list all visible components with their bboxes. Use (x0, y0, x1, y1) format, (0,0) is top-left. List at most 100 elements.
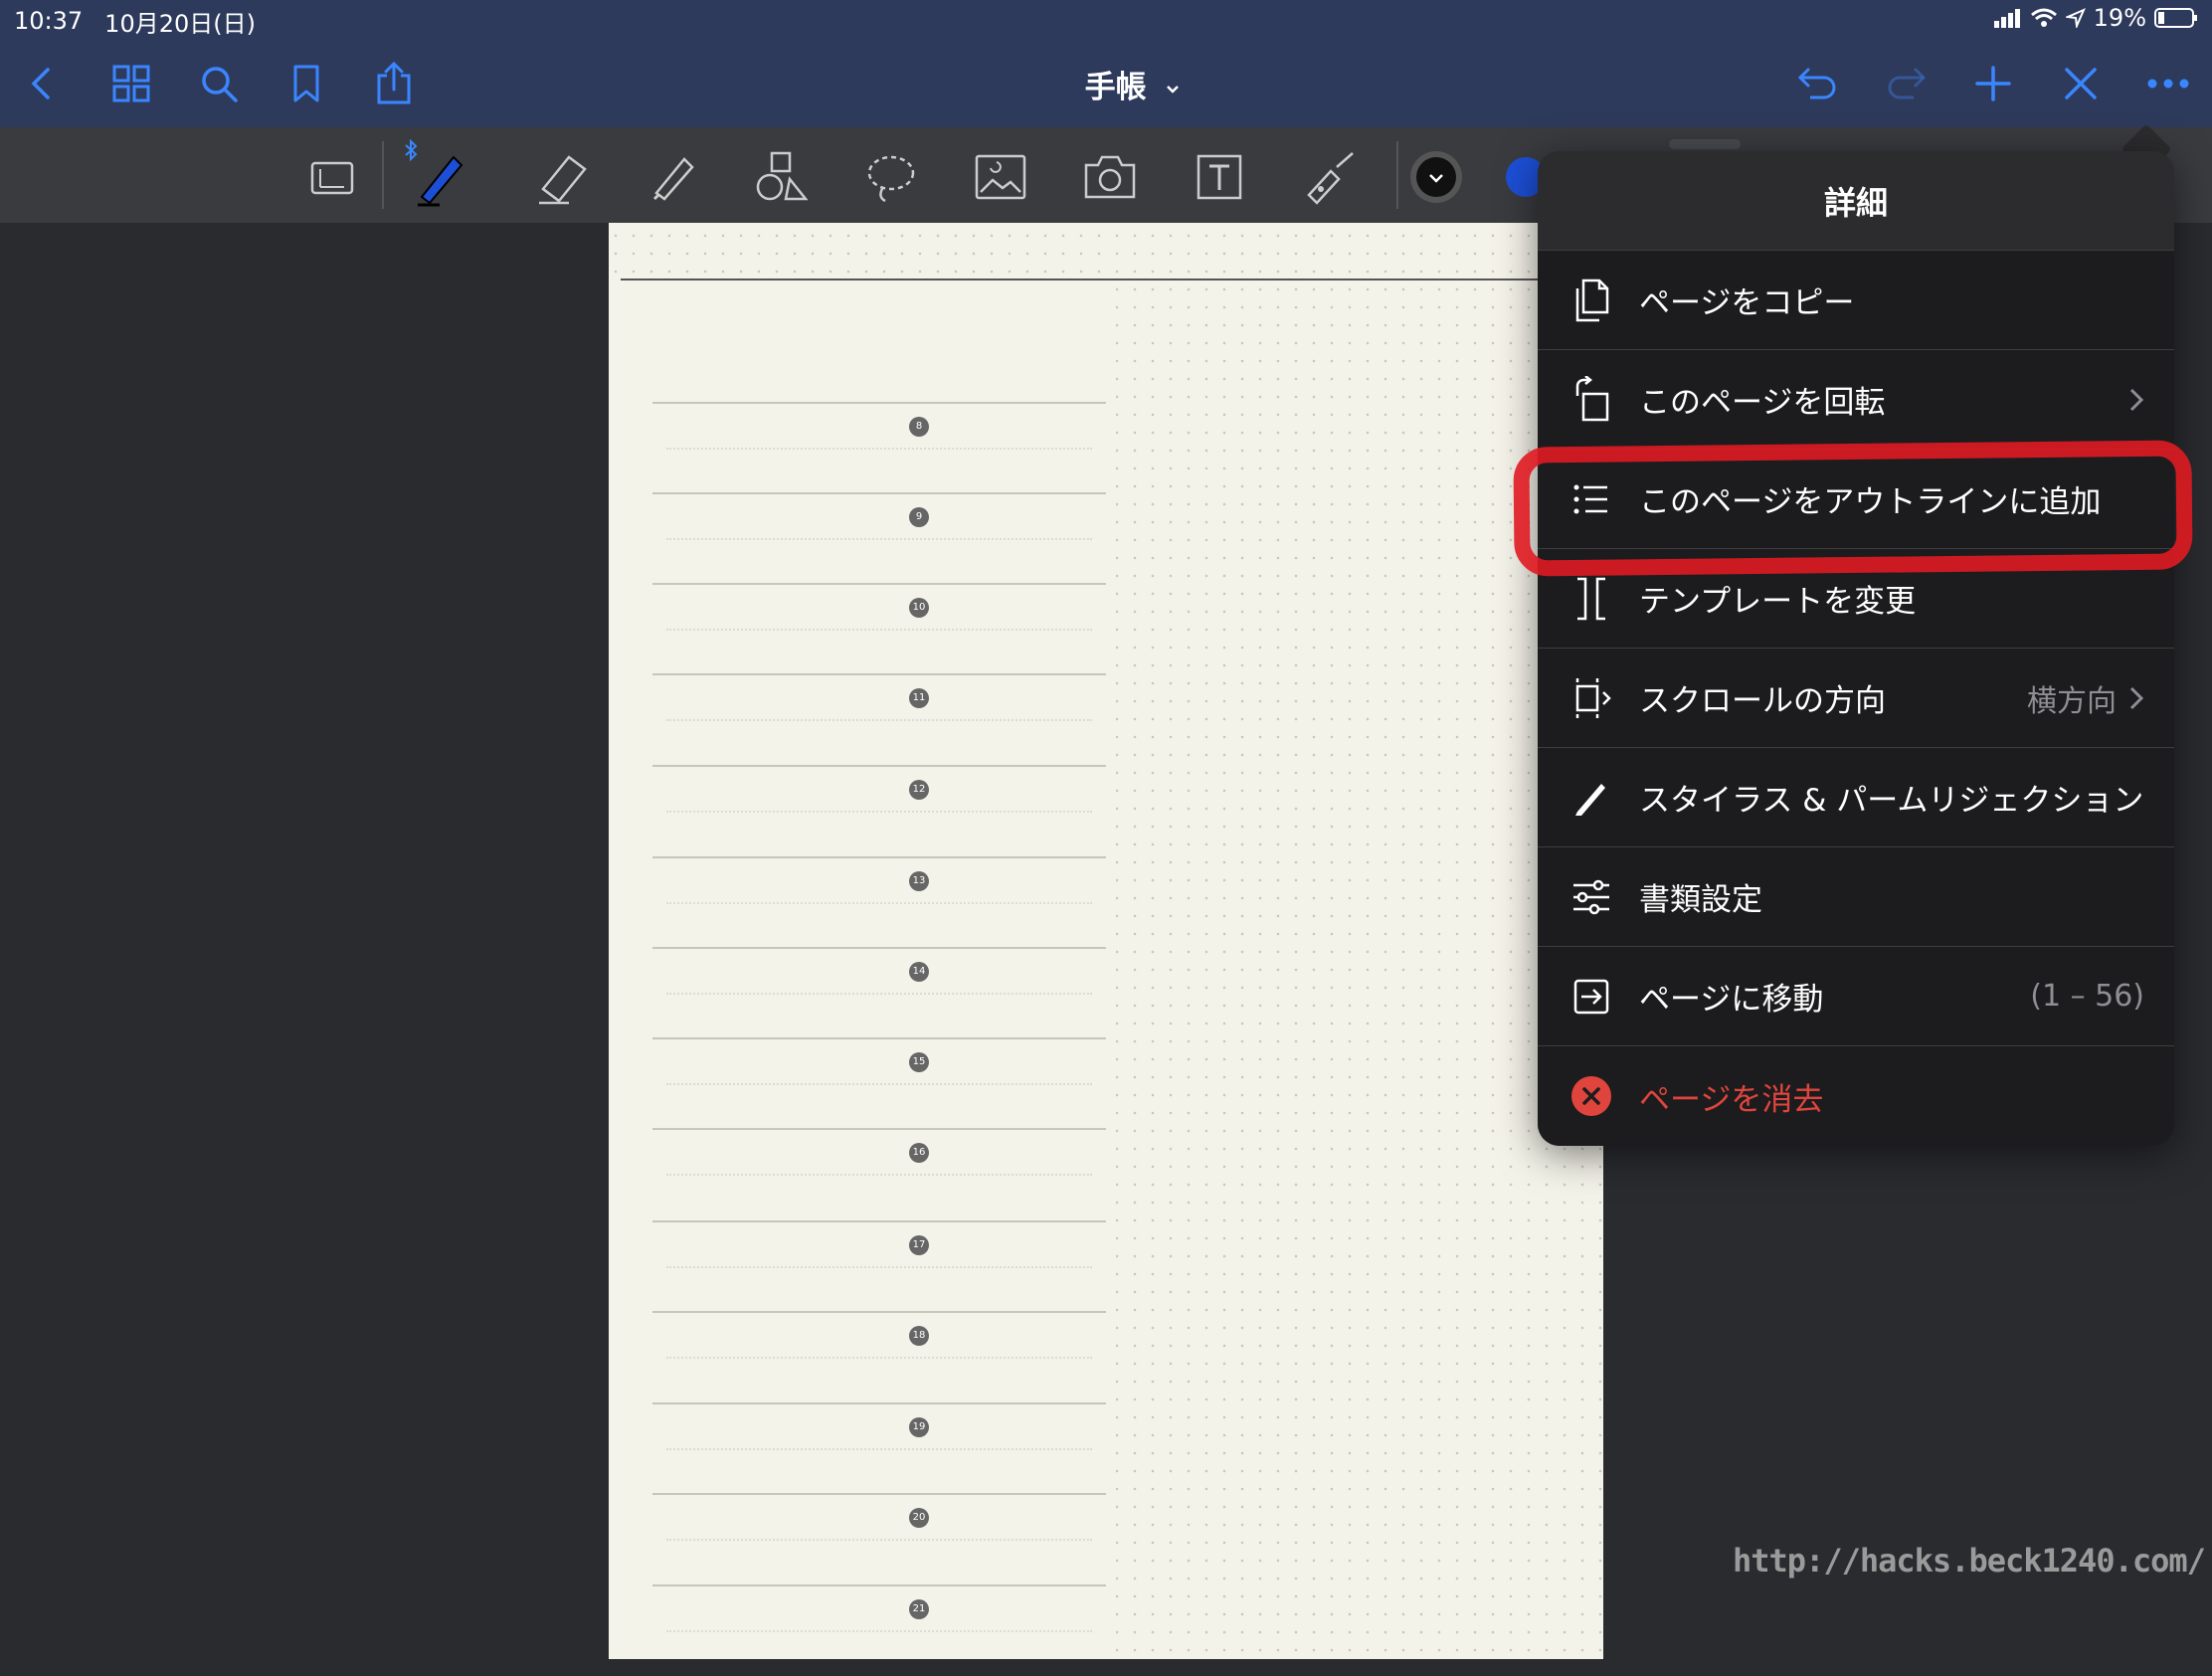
hour-label: 16 (909, 1143, 929, 1163)
laser-pointer-icon (1307, 152, 1354, 205)
menu-item-stylus-palm-rejection[interactable]: スタイラス & パームリジェクション (1538, 748, 2174, 847)
menu-item-go-to-page[interactable]: ページに移動 (1 – 56) (1538, 947, 2174, 1046)
read-only-mode-button[interactable] (298, 143, 366, 211)
scroll-direction-icon (1566, 672, 1617, 724)
laser-pointer-tool-button[interactable] (1295, 143, 1363, 211)
status-right: 19% (1993, 4, 2198, 32)
chevron-right-icon (2129, 686, 2144, 709)
text-tool-button[interactable] (1186, 143, 1253, 211)
hour-row: 21 (639, 1584, 1106, 1676)
navigation-bar: 手帳 (0, 42, 2212, 127)
details-popover: 詳細 ページをコピー このページを回転 このページをアウトラインに追加 テンプレ… (1538, 151, 2174, 1146)
menu-item-label: スタイラス & パームリジェクション (1639, 783, 2144, 819)
hour-label: 21 (909, 1599, 929, 1619)
sliders-icon (1566, 871, 1617, 923)
battery-percent: 19% (2093, 4, 2146, 32)
bluetooth-icon (405, 139, 418, 161)
highlighter-tool-button[interactable] (639, 143, 706, 211)
wifi-icon (2030, 8, 2057, 27)
pencil-icon (1566, 772, 1617, 824)
back-button[interactable] (14, 56, 70, 111)
undo-button[interactable] (1790, 56, 1846, 111)
share-button[interactable] (366, 56, 422, 111)
menu-item-accessory (2128, 387, 2144, 413)
bookmark-button[interactable] (278, 56, 334, 111)
document-title-button[interactable]: 手帳 (1044, 62, 1223, 106)
pen-tool-button[interactable] (405, 139, 473, 211)
chevron-right-icon (2129, 388, 2144, 411)
toolbar-divider-2 (1396, 141, 1398, 209)
hour-label: 10 (909, 598, 929, 618)
hour-label: 14 (909, 962, 929, 982)
copy-icon (1566, 275, 1617, 326)
more-icon (2147, 79, 2189, 89)
color-black-button[interactable] (1402, 143, 1470, 211)
chevron-left-icon (31, 68, 50, 99)
close-toolbar-button[interactable] (2053, 56, 2109, 111)
hour-row: 20 (639, 1493, 1106, 1584)
hour-label: 15 (909, 1052, 929, 1072)
status-bar: 10:37 10月20日(日) 19% (0, 0, 2212, 42)
hour-row: 8 (639, 402, 1106, 493)
scroll-direction-value: 横方向 (2027, 683, 2117, 719)
image-tool-button[interactable] (967, 143, 1034, 211)
redo-icon (1888, 68, 1927, 99)
eraser-tool-button[interactable] (529, 143, 597, 211)
popover-title: 詳細 (1538, 151, 2174, 251)
undo-icon (1797, 68, 1836, 99)
menu-item-label: テンプレートを変更 (1639, 584, 1917, 620)
hour-label: 20 (909, 1508, 929, 1528)
share-icon (377, 62, 411, 104)
hour-label: 17 (909, 1235, 929, 1255)
hour-row: 11 (639, 673, 1106, 765)
pen-close-icon (2065, 68, 2097, 99)
bookmark-icon (293, 65, 319, 102)
watermark: http://hacks.beck1240.com/ (1733, 1542, 2206, 1580)
hour-row: 10 (639, 583, 1106, 674)
template-icon (1566, 573, 1617, 625)
more-button[interactable] (2140, 56, 2196, 111)
hour-row: 13 (639, 856, 1106, 948)
menu-item-label: スクロールの方向 (1639, 683, 1886, 719)
shape-tool-button[interactable] (748, 143, 816, 211)
menu-item-label: このページを回転 (1639, 385, 1886, 421)
camera-icon (1084, 155, 1136, 199)
grid-icon (112, 65, 150, 102)
toolbar-handle (1669, 139, 1741, 149)
add-page-button[interactable] (1965, 56, 2021, 111)
annotation-highlight (1513, 440, 2193, 577)
hour-row: 18 (639, 1311, 1106, 1402)
menu-item-scroll-direction[interactable]: スクロールの方向 横方向 (1538, 649, 2174, 748)
search-button[interactable] (191, 56, 247, 111)
hour-row: 16 (639, 1128, 1106, 1219)
hour-label: 19 (909, 1417, 929, 1437)
hour-label: 18 (909, 1326, 929, 1346)
search-icon (202, 67, 238, 102)
hour-label: 13 (909, 871, 929, 891)
lasso-tool-button[interactable] (857, 143, 925, 211)
hour-label: 8 (909, 417, 929, 437)
menu-item-label: ページを消去 (1639, 1081, 1824, 1118)
thumbnails-button[interactable] (103, 56, 159, 111)
hour-label: 12 (909, 780, 929, 800)
plus-icon (1975, 66, 2011, 101)
lasso-icon (867, 155, 915, 203)
menu-item-label: ページに移動 (1639, 982, 1824, 1018)
read-mode-icon (310, 161, 354, 195)
status-time: 10:37 (14, 7, 84, 35)
status-date: 10月20日(日) (104, 9, 256, 38)
camera-tool-button[interactable] (1076, 143, 1144, 211)
document-title: 手帳 (1084, 70, 1147, 105)
eraser-icon (539, 155, 587, 205)
hour-row: 12 (639, 765, 1106, 856)
notebook-page[interactable]: 8 9 10 11 12 13 14 15 16 17 18 19 20 21 (609, 223, 1603, 1659)
menu-item-copy-page[interactable]: ページをコピー (1538, 251, 2174, 350)
menu-item-rotate-page[interactable]: このページを回転 (1538, 350, 2174, 450)
fountain-pen-icon (418, 155, 463, 207)
redo-button[interactable] (1878, 56, 1934, 111)
rotate-icon (1566, 374, 1617, 426)
hour-row: 17 (639, 1220, 1106, 1312)
menu-item-document-settings[interactable]: 書類設定 (1538, 847, 2174, 947)
shapes-icon (756, 151, 809, 201)
menu-item-delete-page[interactable]: ページを消去 (1538, 1046, 2174, 1146)
